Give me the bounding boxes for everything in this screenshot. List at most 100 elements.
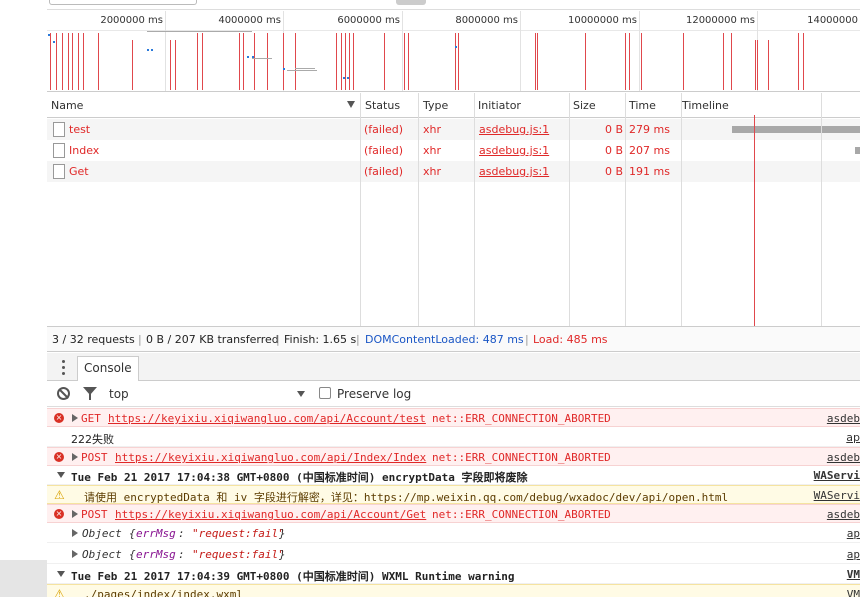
summary-separator: | [138,333,142,346]
request-url-link[interactable]: https://keyixiu.xiqiwangluo.com/api/Acco… [108,412,426,425]
column-divider[interactable] [418,93,419,326]
request-initiator-link[interactable]: asdebug.js:1 [479,123,549,136]
overview-request-bar [683,33,684,90]
file-icon [53,122,65,137]
console-message[interactable]: Tue Feb 21 2017 17:04:38 GMT+0800 (中国标准时… [47,466,860,485]
console-message[interactable]: Object {errMsg: "request:fail"} ap [47,524,860,543]
summary-finish: Finish: 1.65 s [284,333,357,346]
expand-triangle-icon[interactable] [72,529,78,537]
expand-triangle-icon[interactable] [72,453,78,461]
source-link[interactable]: WAServi [814,469,860,482]
expand-triangle-icon[interactable] [72,510,78,518]
expand-triangle-icon[interactable] [72,414,78,422]
network-overview[interactable]: 2000000 ms 4000000 ms 6000000 ms 8000000 ms… [47,0,860,92]
source-link[interactable]: VM [847,568,860,581]
column-divider[interactable] [569,93,570,326]
source-link[interactable]: asdeb [827,508,860,521]
devtools-panel: 2000000 ms 4000000 ms 6000000 ms 8000000 ms… [47,0,860,597]
request-name[interactable]: Get [69,165,89,178]
console-message[interactable]: ⚠ 请使用 encryptedData 和 iv 字段进行解密，详见：https:… [47,485,860,504]
col-size[interactable]: Size [573,99,596,112]
col-name[interactable]: Name [51,99,83,112]
context-selector[interactable]: top [109,387,129,401]
request-url-link[interactable]: https://keyixiu.xiqiwangluo.com/api/Inde… [115,451,426,464]
console-message[interactable]: × GET https://keyixiu.xiqiwangluo.com/api/… [47,408,860,427]
overview-request-bar [283,33,284,90]
sort-desc-icon[interactable] [347,101,355,108]
collapse-triangle-icon[interactable] [57,571,65,577]
overview-waiting-bar [252,58,272,59]
file-icon [53,143,65,158]
table-row[interactable]: Get (failed) xhr asdebug.js:1 0 B 191 ms [47,161,860,182]
expand-triangle-icon[interactable] [72,550,78,558]
tab-console[interactable]: Console [77,356,139,381]
overview-request-bar [408,33,409,90]
overview-request-bar [404,33,405,90]
col-status[interactable]: Status [365,99,400,112]
request-initiator-link[interactable]: asdebug.js:1 [479,165,549,178]
overview-request-bar [731,33,732,90]
error-text: net::ERR_CONNECTION_ABORTED [432,412,611,425]
filter-input-edge[interactable] [49,0,197,5]
overview-request-bar [625,33,626,90]
collapse-triangle-icon[interactable] [57,472,65,478]
table-row[interactable]: test (failed) xhr asdebug.js:1 0 B 279 m… [47,119,860,140]
object-colon: : [178,527,185,540]
column-divider[interactable] [360,93,361,326]
console-message[interactable]: × POST https://keyixiu.xiqiwangluo.com/api… [47,504,860,523]
preserve-log-label[interactable]: Preserve log [337,387,411,401]
error-icon: × [54,509,64,519]
filter-icon[interactable] [83,387,97,400]
column-divider[interactable] [474,93,475,326]
col-time[interactable]: Time [629,99,656,112]
console-message[interactable]: Tue Feb 21 2017 17:04:39 GMT+0800 (中国标准时… [47,565,860,584]
summary-separator: | [525,333,529,346]
col-timeline[interactable]: Timeline [682,99,729,112]
more-menu-icon[interactable] [61,359,65,375]
request-name[interactable]: Index [69,144,99,157]
overview-request-bar [384,33,385,90]
console-message[interactable]: Object {errMsg: "request:fail"} ap [47,545,860,564]
clear-console-icon[interactable] [57,387,70,400]
overview-request-bar [585,33,586,90]
error-text: net::ERR_CONNECTION_ABORTED [432,508,611,521]
overview-request-bar [197,33,198,90]
overview-request-bar [755,40,756,90]
error-icon: × [54,413,64,423]
overview-request-bar [267,33,268,90]
preserve-log-checkbox[interactable] [319,387,331,399]
source-link[interactable]: ap [846,431,860,444]
console-message[interactable]: × POST https://keyixiu.xiqiwangluo.com/api… [47,447,860,466]
column-divider[interactable] [625,93,626,326]
table-row[interactable]: Index (failed) xhr asdebug.js:1 0 B 207 … [47,140,860,161]
overview-request-bar [535,33,536,90]
overview-request-bar [202,33,203,90]
overview-request-bar [798,33,799,90]
source-link[interactable]: asdeb [827,451,860,464]
group-title: Tue Feb 21 2017 17:04:39 GMT+0800 (中国标准时… [71,570,515,583]
overview-waiting-bar [147,31,252,32]
network-summary: 3 / 32 requests | 0 B / 207 KB transferr… [47,326,860,352]
console-message[interactable]: 222失败 ap [47,428,860,447]
console-message[interactable]: ⚠ ./pages/index/index.wxml VM [47,584,860,597]
overview-request-bar [98,33,99,90]
overview-request-bar [239,33,240,90]
col-initiator[interactable]: Initiator [478,99,521,112]
request-url-link[interactable]: https://keyixiu.xiqiwangluo.com/api/Acco… [115,508,426,521]
request-time: 279 ms [629,123,670,136]
source-link[interactable]: ap [847,548,860,561]
filter-pill-edge[interactable] [396,0,426,5]
source-link[interactable]: VM [847,588,860,597]
chevron-down-icon[interactable] [297,391,305,397]
warning-icon: ⚠ [54,587,65,597]
overview-request-bar [723,33,724,90]
column-divider[interactable] [681,93,682,326]
source-link[interactable]: asdeb [827,412,860,425]
request-name[interactable]: test [69,123,90,136]
source-link[interactable]: WAServi [814,489,860,502]
request-initiator-link[interactable]: asdebug.js:1 [479,144,549,157]
source-link[interactable]: ap [847,527,860,540]
request-type: xhr [423,123,442,136]
tick-gridline [402,11,403,91]
col-type[interactable]: Type [423,99,448,112]
